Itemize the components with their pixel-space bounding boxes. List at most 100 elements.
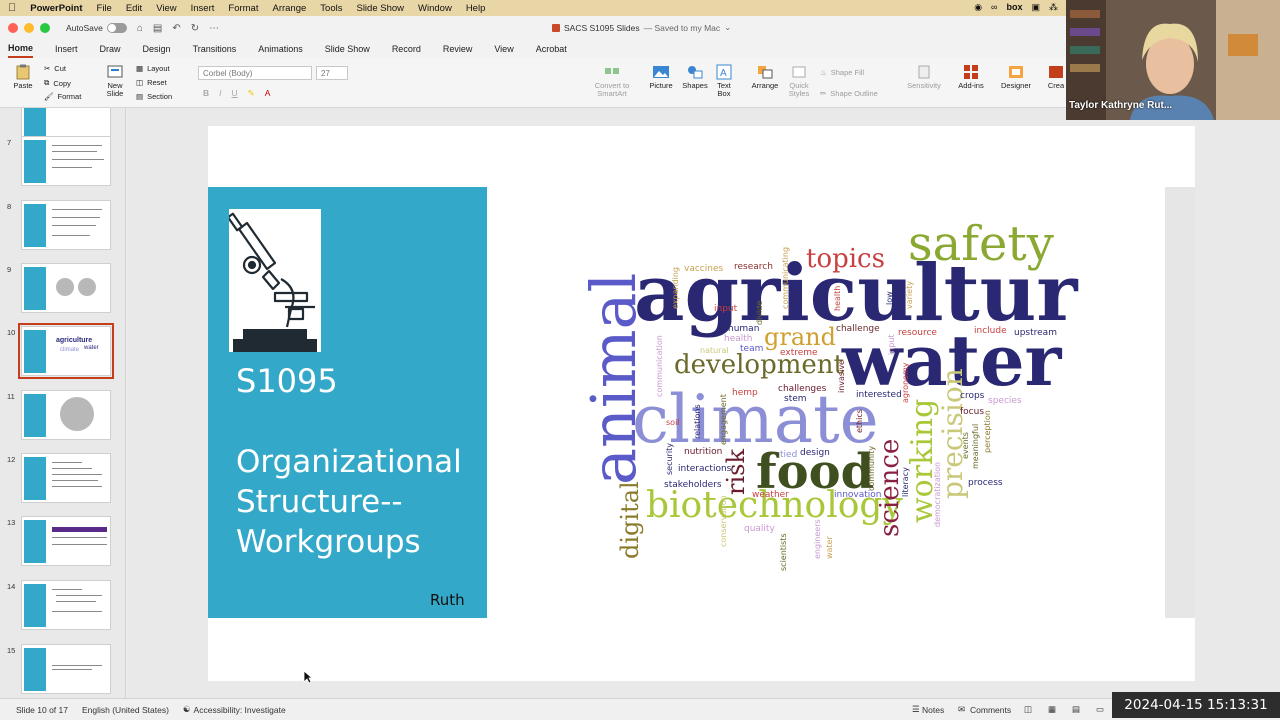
shape-fill-button[interactable]: ♨ Shape Fill <box>820 68 864 77</box>
paste-button[interactable]: Paste <box>8 64 38 90</box>
home-icon[interactable]: ⌂ <box>137 23 143 34</box>
thumbnail-slide-10[interactable]: 10 agriculture climate water <box>0 323 125 386</box>
addins-icon <box>964 65 978 79</box>
bluetooth-icon[interactable]: ⁂ <box>1049 2 1058 13</box>
shape-outline-button[interactable]: ✏ Shape Outline <box>820 89 878 98</box>
thumbnail-slide-13[interactable]: 13 <box>0 516 125 576</box>
cloud-word-expanding: expanding <box>671 267 680 309</box>
menu-help[interactable]: Help <box>466 3 486 14</box>
cloud-word-community: community <box>867 446 876 491</box>
thumbnail-slide-9[interactable]: 9 <box>0 263 125 323</box>
bold-button[interactable]: B <box>203 88 209 99</box>
thumbnail-slide-12[interactable]: 12 <box>0 453 125 513</box>
tab-transitions[interactable]: Transitions <box>193 41 237 57</box>
tab-record[interactable]: Record <box>392 41 421 57</box>
language-indicator[interactable]: English (United States) <box>82 705 169 715</box>
tab-slide-show[interactable]: Slide Show <box>325 41 370 57</box>
minimize-window-button[interactable] <box>24 23 34 33</box>
box-icon[interactable]: box <box>1006 2 1022 13</box>
slide-author[interactable]: Ruth <box>430 591 465 609</box>
autosave-toggle[interactable]: AutoSave <box>66 23 127 33</box>
format-painter-button[interactable]: 🖌 Format <box>44 92 81 101</box>
tab-home[interactable]: Home <box>8 40 34 58</box>
menu-format[interactable]: Format <box>228 3 258 14</box>
quick-styles-button[interactable]: Quick Styles <box>786 64 812 98</box>
copy-button[interactable]: ⧉ Copy <box>44 78 71 88</box>
thumbnail-slide-8[interactable]: 8 <box>0 200 125 260</box>
font-color-icon[interactable]: A <box>265 88 271 99</box>
new-slide-button[interactable]: New Slide <box>100 64 130 98</box>
record-icon[interactable]: ◉ <box>974 2 982 13</box>
reset-button[interactable]: ◫ Reset <box>136 78 167 87</box>
thumb-text-line <box>52 462 82 463</box>
zoom-window-button[interactable] <box>40 23 50 33</box>
slide-sorter-icon[interactable]: ▦ <box>1048 704 1056 715</box>
tab-review[interactable]: Review <box>443 41 473 57</box>
menu-slide-show[interactable]: Slide Show <box>356 3 404 14</box>
picture-button[interactable]: Picture <box>646 64 676 90</box>
apple-icon[interactable]:  <box>8 2 16 14</box>
create-label: Crea <box>1047 81 1065 90</box>
menu-app-powerpoint[interactable]: PowerPoint <box>30 3 82 14</box>
menu-insert[interactable]: Insert <box>191 3 215 14</box>
tab-insert[interactable]: Insert <box>55 41 78 57</box>
slide-code[interactable]: S1095 <box>236 362 338 400</box>
thumbnail-slide-7[interactable]: 7 <box>0 136 125 196</box>
convert-smartart-button[interactable]: Convert to SmartArt <box>588 64 636 98</box>
chevron-down-icon[interactable]: ⌄ <box>724 22 731 33</box>
tab-design[interactable]: Design <box>143 41 171 57</box>
autosave-switch[interactable] <box>106 23 127 33</box>
microscope-icon[interactable] <box>226 209 321 352</box>
layout-button[interactable]: ▦ Layout <box>136 64 170 73</box>
close-window-button[interactable] <box>8 23 18 33</box>
tab-acrobat[interactable]: Acrobat <box>536 41 567 57</box>
addins-button[interactable]: Add-ins <box>956 64 986 90</box>
accessibility-status[interactable]: Accessibility: Investigate <box>194 705 286 715</box>
font-name-select[interactable]: Corbel (Body) <box>198 66 312 80</box>
thumbnail-number: 13 <box>7 518 16 527</box>
menu-window[interactable]: Window <box>418 3 452 14</box>
thumbnail-slide-15[interactable]: 15 <box>0 644 125 698</box>
comments-button[interactable]: Comments <box>970 705 1011 715</box>
create-button[interactable]: Crea <box>1046 64 1066 90</box>
menu-arrange[interactable]: Arrange <box>272 3 306 14</box>
screen-icon[interactable]: ▣ <box>1031 2 1040 13</box>
sensitivity-button[interactable]: Sensitivity <box>904 64 944 90</box>
more-icon[interactable]: ⋯ <box>209 23 219 34</box>
notes-icon[interactable]: ☰ <box>912 704 920 715</box>
normal-view-icon[interactable]: ◫ <box>1024 704 1032 715</box>
accessibility-icon[interactable]: ☯ <box>183 704 191 715</box>
italic-button[interactable]: I <box>219 88 221 99</box>
tab-draw[interactable]: Draw <box>100 41 121 57</box>
menu-tools[interactable]: Tools <box>320 3 342 14</box>
tab-view[interactable]: View <box>494 41 513 57</box>
thumbnail-slide-11[interactable]: 11 <box>0 390 125 450</box>
sensitivity-label: Sensitivity <box>907 81 941 90</box>
underline-button[interactable]: U <box>232 88 238 99</box>
font-size-select[interactable]: 27 <box>316 66 348 80</box>
menu-view[interactable]: View <box>156 3 176 14</box>
thumbnail-slide-14[interactable]: 14 <box>0 580 125 640</box>
reading-view-icon[interactable]: ▤ <box>1072 704 1080 715</box>
undo-icon[interactable]: ↶ <box>172 23 180 34</box>
section-button[interactable]: ▤ Section <box>136 92 172 101</box>
tab-animations[interactable]: Animations <box>258 41 303 57</box>
comments-icon[interactable]: ✉ <box>958 704 965 715</box>
highlight-icon[interactable]: ✎ <box>248 88 255 99</box>
text-box-button[interactable]: A Text Box <box>712 64 736 98</box>
arrange-button[interactable]: Arrange <box>750 64 780 90</box>
designer-button[interactable]: Designer <box>1000 64 1032 90</box>
reset-label: Reset <box>147 78 167 87</box>
redo-icon[interactable]: ↻ <box>191 23 199 34</box>
save-icon[interactable]: ▤ <box>153 23 162 34</box>
creative-cloud-icon[interactable]: ∞ <box>991 2 997 13</box>
shapes-button[interactable]: Shapes <box>680 64 710 90</box>
word-cloud-image[interactable]: agriculture climate water animal safety … <box>560 205 1080 575</box>
slideshow-view-icon[interactable]: ▭ <box>1096 704 1104 715</box>
slide-title[interactable]: Organizational Structure--Workgroups <box>236 442 481 562</box>
menu-file[interactable]: File <box>97 3 112 14</box>
cut-button[interactable]: ✂ Cut <box>44 64 66 73</box>
notes-button[interactable]: Notes <box>922 705 944 715</box>
menu-edit[interactable]: Edit <box>126 3 142 14</box>
cloud-word-communication: communication <box>655 335 664 397</box>
